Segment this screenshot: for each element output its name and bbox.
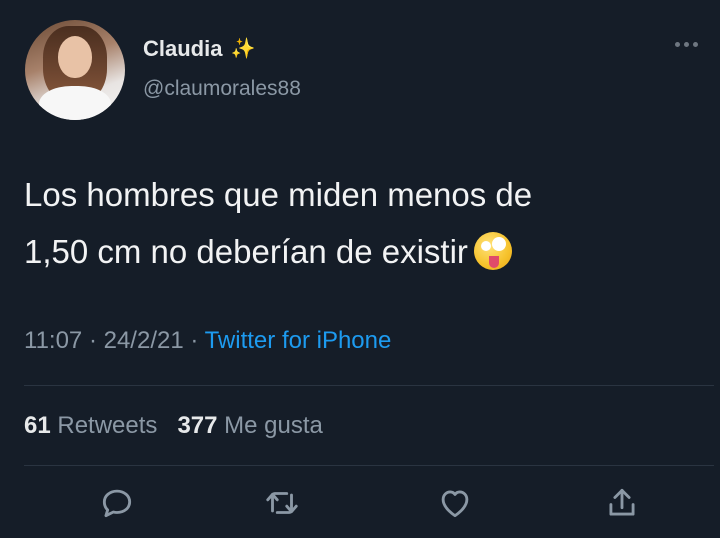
divider: [24, 385, 714, 386]
more-options-icon[interactable]: [675, 36, 709, 52]
tweet-text-line-2-content: 1,50 cm no deberían de existir: [24, 233, 468, 270]
likes-count: 377: [177, 412, 218, 439]
retweet-icon[interactable]: [263, 484, 301, 522]
display-name-text: Claudia: [143, 36, 223, 61]
tweet-time: 11:07: [24, 327, 83, 354]
retweets-label: Retweets: [57, 412, 158, 439]
tweet-text: Los hombres que miden menos de 1,50 cm n…: [24, 166, 674, 280]
likes-label: Me gusta: [224, 412, 323, 439]
avatar[interactable]: [25, 20, 125, 120]
display-name[interactable]: Claudia ✨: [143, 36, 255, 62]
avatar-top: [39, 86, 111, 120]
reply-icon[interactable]: [98, 484, 136, 522]
tweet: Claudia ✨ @claumorales88 Los hombres que…: [0, 0, 720, 538]
likes-stat[interactable]: 377 Me gusta: [177, 412, 322, 439]
sparkles-icon: ✨: [230, 38, 256, 60]
meta-separator: ·: [82, 327, 104, 354]
avatar-face: [58, 36, 92, 78]
tweet-text-line-2: 1,50 cm no deberían de existir: [24, 223, 674, 280]
retweets-count: 61: [24, 412, 51, 439]
tweet-source-link[interactable]: Twitter for iPhone: [205, 327, 392, 354]
tweet-metadata: 11:07 · 24/2/21 · Twitter for iPhone: [24, 327, 391, 355]
user-handle[interactable]: @claumorales88: [143, 77, 301, 101]
tweet-text-line-1: Los hombres que miden menos de: [24, 176, 533, 213]
zany-face-emoji-icon: [473, 232, 512, 270]
tweet-actions: [0, 478, 720, 528]
meta-separator: ·: [183, 327, 205, 354]
share-icon[interactable]: [603, 484, 641, 522]
tweet-date: 24/2/21: [103, 327, 184, 354]
divider: [24, 465, 714, 466]
retweets-stat[interactable]: 61 Retweets: [24, 412, 157, 439]
tweet-stats: 61 Retweets 377 Me gusta: [24, 412, 323, 440]
like-icon[interactable]: [436, 484, 474, 522]
